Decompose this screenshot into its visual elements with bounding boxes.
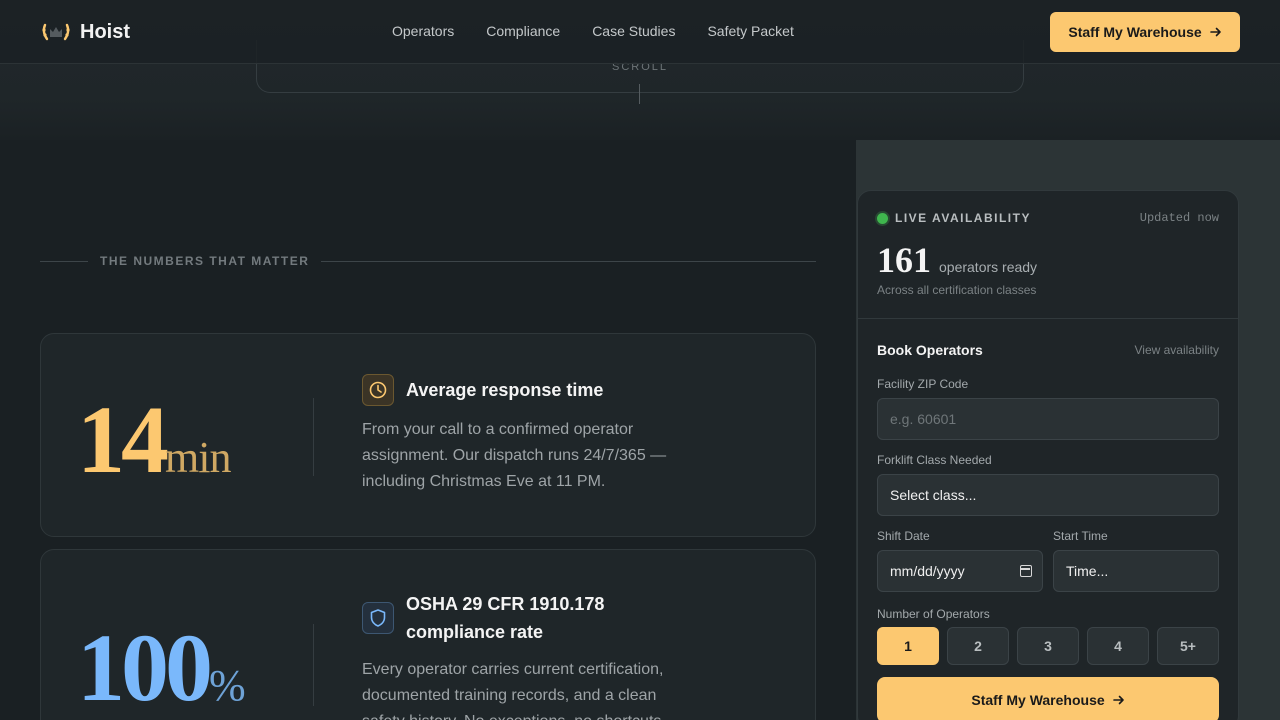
numbers-section-header: THE NUMBERS THAT MATTER — [40, 252, 816, 270]
divider — [858, 318, 1238, 319]
laurel-crown-icon — [42, 23, 70, 41]
scroll-indicator-line — [639, 84, 640, 104]
operators-option-2[interactable]: 2 — [947, 627, 1009, 665]
logo[interactable]: Hoist — [40, 18, 130, 46]
stat-title: Average response time — [406, 380, 604, 400]
view-availability-link[interactable]: View availability — [1135, 343, 1220, 357]
divider — [40, 260, 88, 262]
clock-icon — [362, 374, 394, 406]
booking-card: LIVE AVAILABILITY Updated now 161 operat… — [857, 190, 1239, 720]
operators-option-4[interactable]: 4 — [1087, 627, 1149, 665]
stat-value: 100 % — [77, 612, 246, 720]
shift-date-value: mm/dd/yyyy — [890, 563, 965, 579]
shield-icon — [362, 602, 394, 634]
operators-ready-count: 161 — [877, 240, 931, 280]
operators-option-1[interactable]: 1 — [877, 627, 939, 665]
stat-card-compliance: 100 % OSHA 29 CFR 1910.178 compliance ra… — [40, 549, 816, 720]
operators-count-label: Number of Operators — [877, 607, 990, 621]
shift-date-input[interactable]: mm/dd/yyyy — [877, 550, 1043, 592]
operators-ready-label: operators ready — [939, 259, 1038, 275]
start-time-label: Start Time — [1053, 529, 1108, 543]
nav-link-operators[interactable]: Operators — [392, 23, 454, 39]
arrow-right-icon — [1209, 27, 1221, 37]
divider — [313, 398, 314, 476]
live-availability-label: LIVE AVAILABILITY — [895, 211, 1031, 225]
stat-number: 14 — [77, 386, 169, 493]
nav-link-safety-packet[interactable]: Safety Packet — [707, 23, 793, 39]
stat-unit: % — [209, 661, 246, 710]
book-operators-title: Book Operators — [877, 342, 983, 358]
stat-card-response-time: 14 min Average response time From your c… — [40, 333, 816, 537]
stat-value: 14 min — [77, 384, 231, 495]
brand-name: Hoist — [80, 20, 130, 43]
booking-cta-label: Staff My Warehouse — [971, 692, 1105, 708]
start-time-select[interactable]: Time... — [1053, 550, 1219, 592]
live-availability-header: LIVE AVAILABILITY — [877, 211, 1031, 225]
availability-count-row: 161 operators ready — [877, 239, 1037, 281]
numbers-section-label: THE NUMBERS THAT MATTER — [100, 254, 310, 268]
forklift-class-select[interactable]: Select class... — [877, 474, 1219, 516]
forklift-class-label: Forklift Class Needed — [877, 453, 992, 467]
divider — [313, 624, 314, 706]
availability-subtext: Across all certification classes — [877, 283, 1037, 297]
stat-unit: min — [165, 433, 231, 482]
zip-label: Facility ZIP Code — [877, 377, 969, 391]
zip-input[interactable]: e.g. 60601 — [877, 398, 1219, 440]
stat-description: Every operator carries current certifica… — [362, 661, 666, 720]
calendar-icon[interactable] — [1020, 565, 1032, 577]
nav-link-compliance[interactable]: Compliance — [486, 23, 560, 39]
nav-links: Operators Compliance Case Studies Safety… — [392, 23, 794, 39]
top-nav: Hoist Operators Compliance Case Studies … — [0, 0, 1280, 64]
divider — [321, 260, 816, 262]
stat-title: OSHA 29 CFR 1910.178 compliance rate — [406, 594, 605, 642]
booking-staff-warehouse-button[interactable]: Staff My Warehouse — [877, 677, 1219, 720]
nav-link-case-studies[interactable]: Case Studies — [592, 23, 675, 39]
operators-option-5-plus[interactable]: 5+ — [1157, 627, 1219, 665]
shift-date-label: Shift Date — [877, 529, 930, 543]
arrow-right-icon — [1112, 695, 1124, 705]
operators-option-3[interactable]: 3 — [1017, 627, 1079, 665]
nav-staff-warehouse-button[interactable]: Staff My Warehouse — [1050, 12, 1240, 52]
nav-cta-label: Staff My Warehouse — [1068, 24, 1202, 40]
stat-number: 100 — [77, 614, 213, 720]
operators-count-selector: 1 2 3 4 5+ — [877, 627, 1219, 665]
live-status-dot — [877, 212, 888, 224]
stat-description: From your call to a confirmed operator a… — [362, 421, 667, 490]
updated-timestamp: Updated now — [1139, 211, 1219, 225]
